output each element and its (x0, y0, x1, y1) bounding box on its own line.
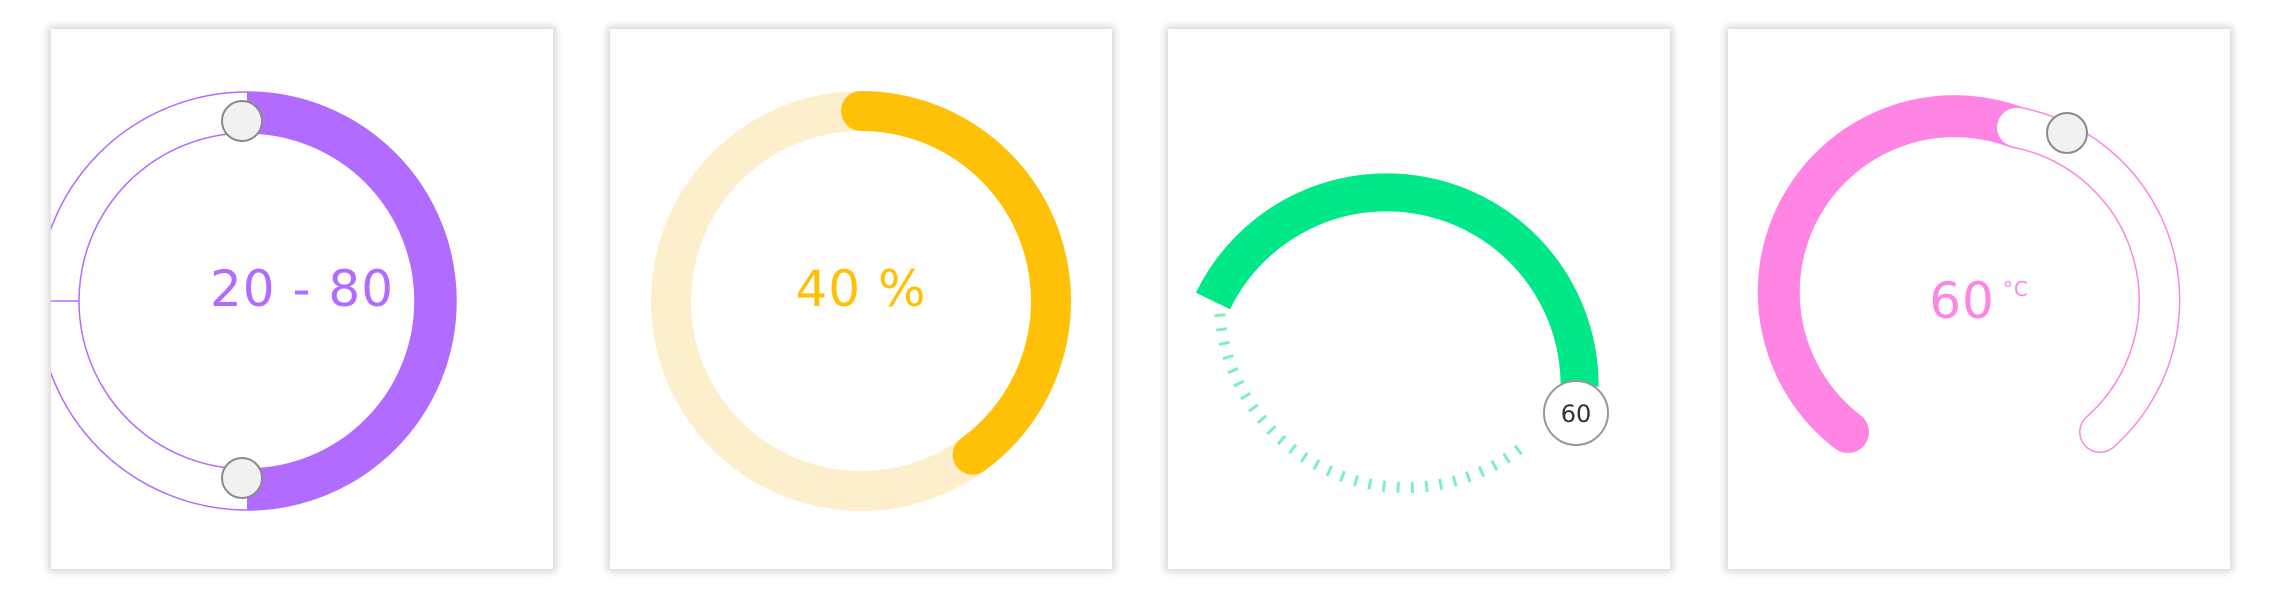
temperature-slider-card: 60 °C (1728, 29, 2230, 569)
step-slider-svg: 60 (1195, 173, 1609, 493)
step-progress-arc (1195, 173, 1599, 387)
step-tick (1240, 392, 1252, 401)
step-tick (1214, 313, 1226, 318)
range-slider-card: 20 - 80 (51, 29, 553, 569)
step-tick (1299, 451, 1309, 463)
step-slider-handle[interactable]: 60 (1543, 380, 1609, 446)
step-tick (1502, 452, 1511, 464)
step-tick (1266, 425, 1277, 435)
step-tick (1396, 481, 1400, 493)
temperature-value-text: 60 °C (1728, 259, 2230, 331)
step-tick (1339, 470, 1346, 483)
step-tick (1215, 327, 1228, 332)
temperature-number: 60 (1929, 272, 1995, 330)
step-tick (1367, 478, 1373, 490)
temperature-handle[interactable] (2046, 112, 2088, 154)
step-handle-value: 60 (1561, 400, 1592, 428)
range-low-handle[interactable] (221, 100, 263, 142)
step-tick (1464, 471, 1472, 483)
range-high-handle[interactable] (221, 457, 263, 499)
step-tick (1353, 474, 1359, 487)
range-value-text: 20 - 80 (209, 260, 395, 318)
step-tick (1438, 478, 1444, 490)
step-tick (1513, 444, 1523, 456)
percent-gauge-card: 40 % (610, 29, 1112, 569)
step-tick (1256, 414, 1268, 425)
step-tick (1247, 403, 1259, 413)
step-tick (1451, 475, 1458, 487)
percent-value-text: 40 % (795, 260, 927, 318)
temperature-unit: °C (2002, 277, 2029, 301)
step-tick (1227, 367, 1239, 374)
step-tick (1222, 354, 1234, 361)
step-tick (1424, 480, 1429, 492)
step-tick (1218, 340, 1231, 347)
step-tick (1325, 465, 1333, 477)
step-tick (1233, 379, 1245, 388)
step-slider-card: 60 (1168, 29, 1670, 569)
step-tick (1477, 465, 1486, 478)
step-tick (1381, 480, 1387, 492)
step-tick (1312, 459, 1321, 471)
step-ticks (1214, 299, 1523, 493)
step-tick (1490, 459, 1499, 471)
step-tick (1288, 443, 1298, 455)
step-tick (1276, 434, 1287, 446)
